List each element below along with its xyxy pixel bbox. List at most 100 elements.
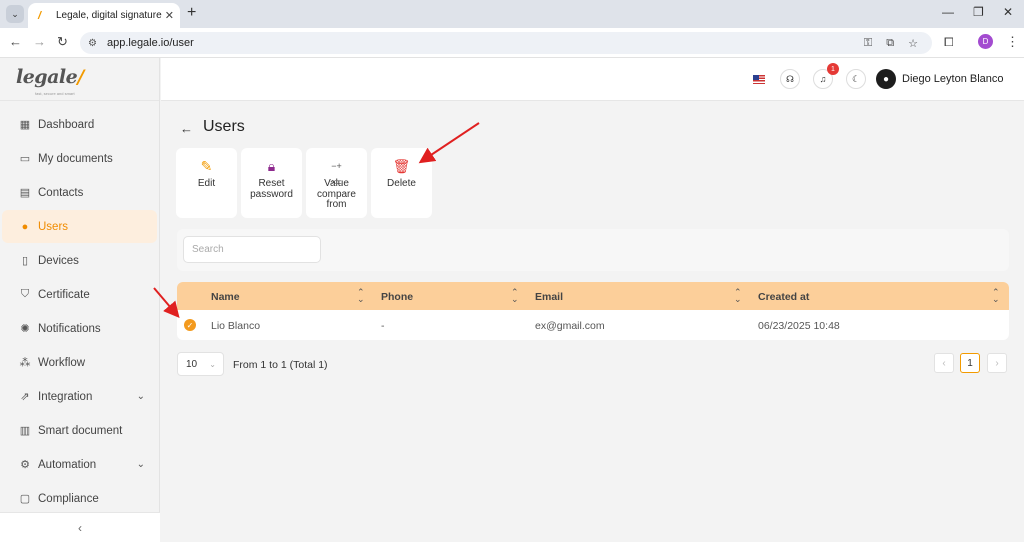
folder-icon: ▭ [19,153,31,165]
user-avatar[interactable]: ● [876,69,896,89]
browser-menu-kebab-icon[interactable]: ⋮ [1006,34,1019,50]
sidebar: legale/ fast, secure and smart ▦ Dashboa… [0,58,160,542]
sidebar-item-label: Compliance [38,492,99,505]
table-row[interactable]: ✓ Lio Blanco - ex@gmail.com 06/23/2025 1… [177,310,1009,340]
pagination-bar: 10 ⌄ From 1 to 1 (Total 1) ‹ 1 › [177,350,1009,378]
user-name[interactable]: Diego Leyton Blanco [902,73,1004,85]
shield-icon: ⛉ [20,288,30,300]
column-header-created-at[interactable]: Created at [758,291,809,303]
external-link-icon: ⇗ [20,391,30,403]
sidebar-item-workflow[interactable]: ⁂ Workflow [2,346,157,379]
row-checkbox[interactable]: ✓ [184,319,196,331]
tab-list-chevron-down-icon[interactable]: ⌄ [6,5,24,23]
sidebar-item-label: Integration [38,390,93,403]
new-tab-plus-icon[interactable]: + [187,4,196,22]
sidebar-item-users[interactable]: ● Users [2,210,157,243]
value-compare-from-button[interactable]: −+ ×= Value compare from [306,148,367,218]
support-headset-icon[interactable]: ☊ [780,69,800,89]
omnibox[interactable]: ⚙ app.legale.io/user ⚿ ⧉ ☆ [80,32,932,54]
tab-title: Legale, digital signature [56,10,162,21]
sidebar-item-label: Smart document [38,424,123,437]
sidebar-item-label: Contacts [38,186,84,199]
forward-arrow-right-icon[interactable]: → [33,35,46,49]
sidebar-item-certificate[interactable]: ⛉ Certificate [2,278,157,311]
legale-favicon-icon: / [38,9,42,22]
dashboard-icon: ▦ [19,119,31,131]
sidebar-item-label: Devices [38,254,79,267]
browser-tab[interactable]: / Legale, digital signature ✕ [28,3,180,28]
bookmark-star-icon[interactable]: ☆ [908,37,918,50]
browser-tab-strip: ⌄ / Legale, digital signature ✕ + — ❐ ✕ [0,0,1024,28]
us-flag-icon[interactable] [753,75,765,84]
chevron-down-icon: ⌄ [209,359,216,369]
alarm-icon: ✺ [20,323,30,335]
logo-tagline: fast, secure and smart [35,91,75,96]
edit-button[interactable]: ✎ Edit [176,148,237,218]
sidebar-item-label: Notifications [38,322,101,335]
password-key-icon[interactable]: ⚿ [864,37,872,50]
delete-button[interactable]: 🗑︎ Delete [371,148,432,218]
prev-page-button[interactable]: ‹ [934,353,954,373]
sidebar-item-label: Workflow [38,356,86,369]
page-title: Users [203,118,245,135]
sidebar-item-notifications[interactable]: ✺ Notifications [2,312,157,345]
chevron-down-icon: ⌄ [136,459,145,470]
reset-password-button[interactable]: 🔒︎ Reset password [241,148,302,218]
calculator-icon: −+ ×= [331,161,342,187]
lock-icon: 🔒︎ [267,158,276,174]
user-icon: ● [21,220,29,233]
column-header-name[interactable]: Name [211,291,240,303]
column-header-phone[interactable]: Phone [381,291,413,303]
page-size-select[interactable]: 10 ⌄ [177,352,224,376]
back-arrow-left-icon[interactable]: ← [180,121,193,136]
workflow-icon: ⁂ [19,357,31,369]
sidebar-item-devices[interactable]: ▯ Devices [2,244,157,277]
logo-area[interactable]: legale/ fast, secure and smart [0,58,159,101]
minimize-icon[interactable]: — [942,5,954,19]
sort-icon[interactable]: ⌃ ⌄ [992,288,1000,304]
theme-toggle-moon-icon[interactable]: ☾ [846,69,866,89]
search-input[interactable] [183,236,321,263]
sidebar-item-dashboard[interactable]: ▦ Dashboard [2,108,157,141]
sidebar-item-label: Dashboard [38,118,95,131]
contacts-icon: ▤ [19,187,31,199]
search-panel [177,229,1009,271]
sidebar-item-contacts[interactable]: ▤ Contacts [2,176,157,209]
extensions-puzzle-icon[interactable]: ⧠ [944,35,954,50]
sort-icon[interactable]: ⌃ ⌄ [511,288,519,304]
notification-count-badge: 1 [827,63,839,75]
sidebar-item-label: Certificate [38,288,90,301]
site-info-tune-icon[interactable]: ⚙ [88,38,97,49]
top-header: ☊ ♫ 1 ☾ ● Diego Leyton Blanco [161,58,1024,101]
trash-icon: 🗑︎ [392,158,411,174]
sidebar-item-compliance[interactable]: ▢ Compliance [2,482,157,515]
automation-icon: ⚙ [20,459,30,471]
pagination-range-text: From 1 to 1 (Total 1) [233,359,328,371]
column-header-email[interactable]: Email [535,291,563,303]
cell-created-at: 06/23/2025 10:48 [758,320,840,332]
sort-icon[interactable]: ⌃ ⌄ [357,288,365,304]
next-page-button[interactable]: › [987,353,1007,373]
restore-icon[interactable]: ❐ [973,5,984,19]
page-1-button[interactable]: 1 [960,353,980,373]
window-close-icon[interactable]: ✕ [1003,5,1013,19]
sidebar-collapse-button[interactable]: ‹ [0,512,160,542]
legale-logo: legale/ [16,66,84,88]
tab-close-icon[interactable]: ✕ [165,9,174,22]
sort-icon[interactable]: ⌃ ⌄ [734,288,742,304]
sidebar-item-automation[interactable]: ⚙ Automation ⌄ [2,448,157,481]
back-arrow-left-icon[interactable]: ← [9,35,22,49]
sidebar-item-smart-document[interactable]: ▥ Smart document [2,414,157,447]
reload-icon[interactable]: ↻ [57,35,68,49]
profile-avatar[interactable]: D [978,34,993,49]
url-text[interactable]: app.legale.io/user [107,37,864,49]
chat-icon: ▢ [19,493,31,505]
table-header: Name ⌃ ⌄ Phone ⌃ ⌄ Email ⌃ ⌄ Created at ⌃ ⌄ [177,282,1009,310]
page-size-value: 10 [186,358,198,370]
chevron-down-icon: ⌄ [136,391,145,402]
install-icon[interactable]: ⧉ [886,37,894,50]
sidebar-item-label: My documents [38,152,113,165]
sidebar-item-my-documents[interactable]: ▭ My documents [2,142,157,175]
cell-phone: - [381,320,385,332]
sidebar-item-integration[interactable]: ⇗ Integration ⌄ [2,380,157,413]
